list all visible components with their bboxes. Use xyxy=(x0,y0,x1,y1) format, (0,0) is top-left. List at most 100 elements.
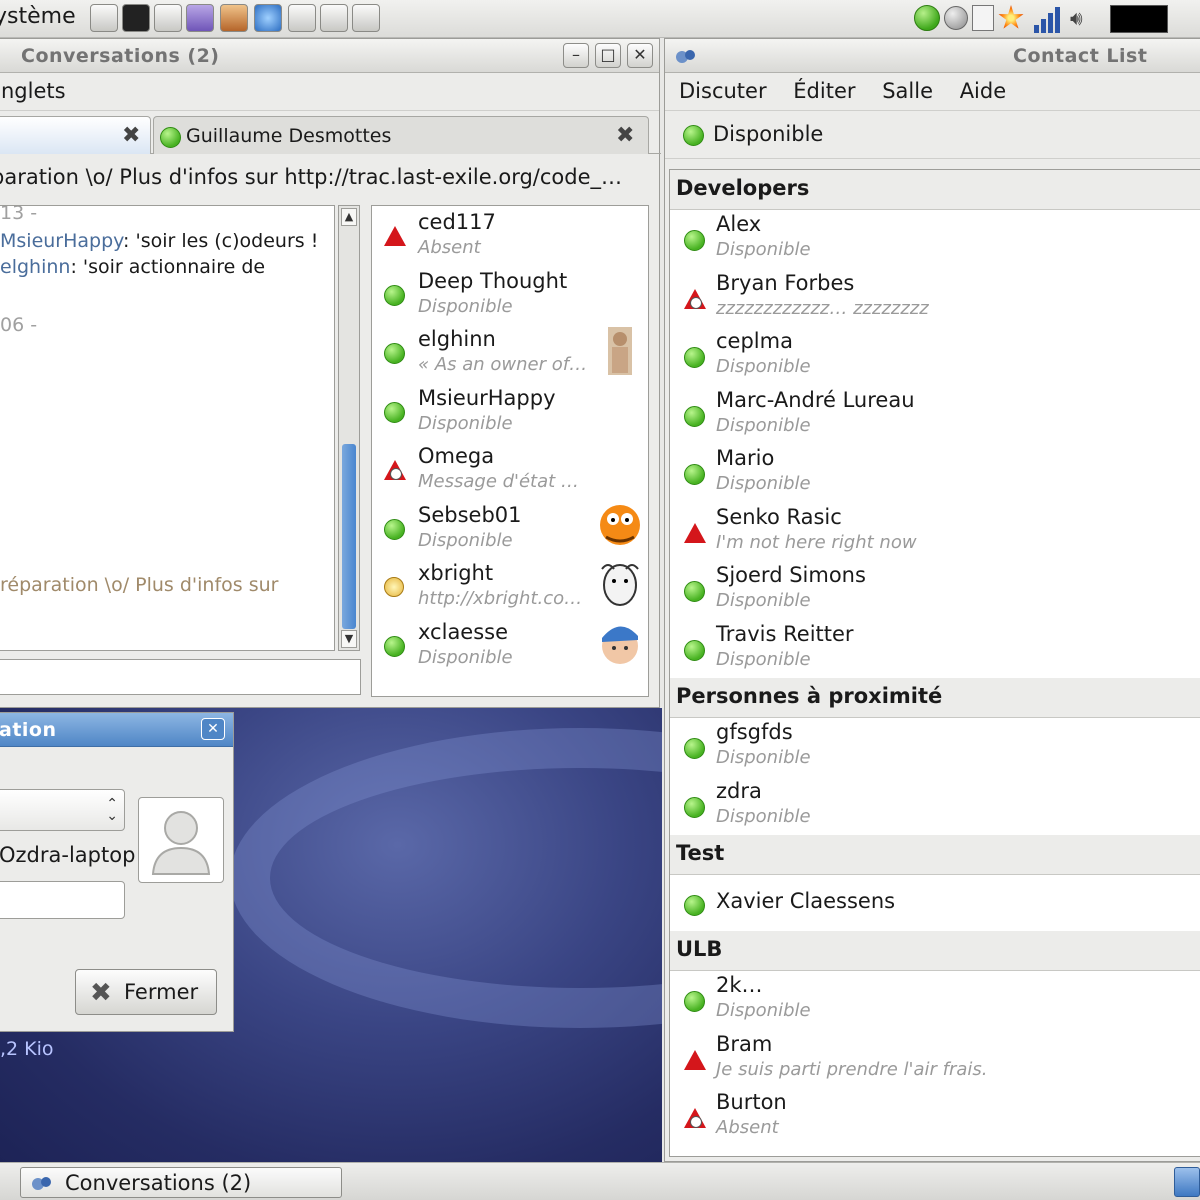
conversation-tabs: ✖ Guillaume Desmottes ✖ xyxy=(0,112,661,154)
conversations-titlebar[interactable]: Conversations (2) – □ ✕ xyxy=(0,39,659,73)
contact-row[interactable]: Alex Disponible xyxy=(670,210,1200,268)
status-available-icon xyxy=(684,405,705,427)
show-desktop-icon[interactable] xyxy=(1174,1167,1200,1197)
tab-close-icon[interactable]: ✖ xyxy=(122,123,140,148)
minimize-button[interactable]: – xyxy=(563,43,589,68)
spin-icon: ⌃ ⌄ xyxy=(106,796,118,824)
chat-scrollbar[interactable]: ▲ ▼ xyxy=(338,205,360,651)
status-available-icon xyxy=(684,230,705,251)
group-header[interactable]: ULB xyxy=(670,931,1200,971)
contact-list-titlebar[interactable]: Contact List xyxy=(665,39,1200,73)
contact-row[interactable]: Travis Reitter Disponible xyxy=(670,620,1200,678)
message-input[interactable] xyxy=(0,659,361,695)
contact-row[interactable]: Bram Je suis parti prendre l'air frais. xyxy=(670,1030,1200,1088)
tools-icon[interactable] xyxy=(220,4,248,32)
scroll-down-icon[interactable]: ▼ xyxy=(341,630,357,648)
disk-icon[interactable] xyxy=(154,4,182,32)
status-available-icon xyxy=(384,635,405,657)
text-editor-icon[interactable] xyxy=(352,4,380,32)
account-combo[interactable]: ⌃ ⌄ xyxy=(0,789,125,831)
member-name: Sebseb01 xyxy=(418,502,522,527)
member-row[interactable]: ced117 Absent xyxy=(372,206,648,264)
menu-editer[interactable]: Éditer xyxy=(793,79,855,103)
mail-icon[interactable] xyxy=(320,4,348,32)
maximize-button[interactable]: □ xyxy=(595,43,621,68)
chat-log[interactable]: 13 - MsieurHappy: 'soir les (c)odeurs ! … xyxy=(0,205,335,651)
status-available-icon xyxy=(684,581,705,602)
network-icon[interactable] xyxy=(288,4,316,32)
device-icon[interactable] xyxy=(972,5,994,31)
contact-status: Disponible xyxy=(716,239,811,260)
member-name: Omega xyxy=(418,444,495,468)
contact-row[interactable]: zdra Disponible xyxy=(670,777,1200,835)
dialog-titlebar[interactable]: ation ✕ xyxy=(0,713,233,747)
disc-icon[interactable] xyxy=(944,6,968,30)
pidgin-icon[interactable] xyxy=(186,4,214,32)
tab-label: Guillaume Desmottes xyxy=(186,125,392,147)
member-name: Deep Thought xyxy=(418,268,568,293)
volume-icon[interactable]: 🔊︎ xyxy=(1070,6,1102,30)
tab-active-chat[interactable]: ✖ xyxy=(0,116,151,154)
status-available-icon xyxy=(684,738,705,759)
avatar xyxy=(600,504,640,545)
contact-status: zzzzzzzzzzzz… zzzzzzzz xyxy=(716,297,929,319)
contact-row[interactable]: Senko Rasic I'm not here right now xyxy=(670,503,1200,561)
scroll-up-icon[interactable]: ▲ xyxy=(341,208,357,226)
contact-tree: Developers Alex Disponible Bryan Forbes zzzz… xyxy=(669,169,1200,1157)
scrollbar-thumb[interactable] xyxy=(342,444,356,629)
close-window-button[interactable]: ✕ xyxy=(627,43,653,68)
system-menu[interactable]: ystème xyxy=(0,4,76,29)
empathy-status-icon[interactable] xyxy=(914,5,940,31)
menu-tabs[interactable]: nglets xyxy=(1,79,66,103)
menu-salle[interactable]: Salle xyxy=(882,79,933,103)
dialog-close-button[interactable]: ✕ xyxy=(201,718,225,740)
member-row[interactable]: elghinn « As an owner of… xyxy=(372,323,648,381)
group-header[interactable]: Developers xyxy=(670,170,1200,210)
contact-row[interactable]: Bryan Forbes zzzzzzzzzzzz… zzzzzzzz xyxy=(670,269,1200,327)
member-row[interactable]: xclaesse Disponible xyxy=(372,616,648,674)
tab-close-icon[interactable]: ✖ xyxy=(616,123,634,148)
window-title: Conversations (2) xyxy=(21,45,220,67)
menu-discuter[interactable]: Discuter xyxy=(679,79,767,103)
menu-aide[interactable]: Aide xyxy=(960,79,1006,103)
close-button[interactable]: ✖ Fermer xyxy=(75,969,217,1015)
browser-icon[interactable] xyxy=(254,4,282,32)
contact-name: Sjoerd Simons xyxy=(716,563,866,587)
contact-row[interactable]: Mario Disponible xyxy=(670,444,1200,502)
contact-name: Alex xyxy=(716,212,762,236)
member-row[interactable]: MsieurHappy Disponible xyxy=(372,382,648,440)
home-icon[interactable] xyxy=(90,4,118,32)
member-name: xbright xyxy=(418,561,494,585)
contact-row[interactable]: gfsgfds Disponible xyxy=(670,718,1200,776)
contact-row[interactable]: Xavier Claessens xyxy=(670,875,1200,933)
member-row[interactable]: Sebseb01 Disponible xyxy=(372,499,648,557)
contact-row[interactable]: Sjoerd Simons Disponible xyxy=(670,561,1200,619)
member-row[interactable]: Omega Message d'état … xyxy=(372,440,648,498)
default-avatar-icon xyxy=(151,811,211,875)
taskbar-conversations-button[interactable]: Conversations (2) xyxy=(20,1167,342,1198)
contact-row[interactable]: 2k… Disponible xyxy=(670,971,1200,1029)
monitor-icon[interactable] xyxy=(1110,5,1168,33)
contact-row[interactable]: Burton Absent xyxy=(670,1088,1200,1146)
contact-status: Disponible xyxy=(716,414,811,436)
contact-row[interactable]: Marc-André Lureau Disponible xyxy=(670,386,1200,444)
empathy-icon xyxy=(32,1177,51,1190)
status-available-icon xyxy=(684,347,705,368)
message-text: : 'soir actionnaire de xyxy=(70,256,266,278)
status-busy-icon xyxy=(684,1108,706,1130)
signal-bars-icon[interactable] xyxy=(1034,5,1060,33)
member-row[interactable]: xbright http://xbright.co… xyxy=(372,557,648,615)
terminal-icon[interactable] xyxy=(122,4,150,32)
notification-star-icon[interactable] xyxy=(998,5,1024,29)
tab-guillaume-desmottes[interactable]: Guillaume Desmottes ✖ xyxy=(153,116,649,154)
group-header[interactable]: Personnes à proximité xyxy=(670,678,1200,718)
avatar-button[interactable] xyxy=(138,797,224,883)
contact-name: Bram xyxy=(716,1031,773,1056)
presence-chooser[interactable]: Disponible xyxy=(665,111,1200,159)
contact-row[interactable]: ceplma Disponible xyxy=(670,327,1200,385)
group-header[interactable]: Test xyxy=(670,835,1200,875)
member-row[interactable]: Deep Thought Disponible xyxy=(372,265,648,323)
dialog-input[interactable] xyxy=(0,881,125,919)
message-text: : 'soir les (c)odeurs ! xyxy=(123,230,319,252)
member-name: MsieurHappy xyxy=(418,385,556,410)
